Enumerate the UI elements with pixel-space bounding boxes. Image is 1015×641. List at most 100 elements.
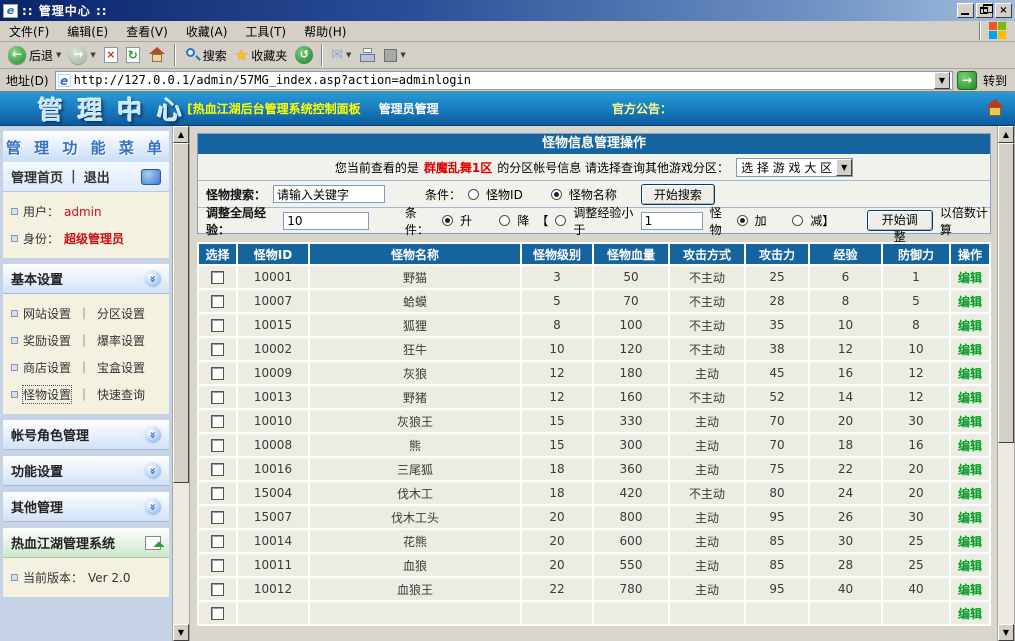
back-button[interactable]: ← 后退 ▼ (4, 45, 65, 65)
forward-button[interactable]: → ▼ (65, 45, 99, 65)
menu-file[interactable]: 文件(F) (0, 21, 58, 42)
edit-link[interactable]: 编辑 (958, 487, 982, 501)
sidebar-logout-link[interactable]: 退出 (84, 167, 110, 186)
radio-exp-up[interactable] (442, 215, 453, 226)
section-header[interactable]: 其他管理» (3, 492, 169, 522)
address-input[interactable]: e http://127.0.0.1/admin/57MG_index.asp?… (55, 71, 953, 90)
section-header[interactable]: 帐号角色管理» (3, 420, 169, 450)
row-checkbox[interactable] (211, 271, 224, 284)
search-button[interactable]: 搜索 (180, 46, 231, 65)
scrollbar-thumb[interactable] (173, 143, 189, 483)
nav-admin-management[interactable]: 管理员管理 (379, 100, 439, 117)
chevron-down-icon[interactable]: » (145, 463, 161, 479)
row-checkbox[interactable] (211, 463, 224, 476)
edit-link[interactable]: 编辑 (958, 271, 982, 285)
edit-link[interactable]: 编辑 (958, 559, 982, 573)
scroll-up-icon[interactable]: ▲ (173, 126, 189, 143)
row-checkbox[interactable] (211, 367, 224, 380)
chevron-down-icon[interactable]: » (145, 427, 161, 443)
scroll-up-icon[interactable]: ▲ (998, 126, 1014, 143)
edit-link[interactable]: 编辑 (958, 607, 982, 621)
stop-button[interactable]: × (100, 46, 122, 64)
radio-monster-name-label[interactable]: 怪物名称 (569, 186, 617, 203)
sidebar-link[interactable]: 快速查询 (97, 386, 145, 403)
address-dropdown-icon[interactable]: ▼ (934, 72, 950, 89)
radio-monster-id[interactable] (468, 189, 479, 200)
edit-link[interactable]: 编辑 (958, 535, 982, 549)
address-url[interactable]: http://127.0.0.1/admin/57MG_index.asp?ac… (74, 73, 931, 87)
radio-exp-up-label[interactable]: 升 (460, 212, 472, 229)
mail-button[interactable]: ✉ ▼ (327, 46, 355, 64)
row-checkbox[interactable] (211, 487, 224, 500)
edit-link[interactable]: 编辑 (958, 319, 982, 333)
sidebar-link[interactable]: 商店设置 (23, 359, 71, 376)
sidebar-home-link[interactable]: 管理首页 (11, 167, 63, 186)
menu-tools[interactable]: 工具(T) (236, 21, 295, 42)
sidebar-link[interactable]: 爆率设置 (97, 332, 145, 349)
banner-home-icon[interactable] (985, 99, 1005, 117)
menu-favorites[interactable]: 收藏(A) (177, 21, 237, 42)
sidebar-link[interactable]: 奖励设置 (23, 332, 71, 349)
row-checkbox[interactable] (211, 559, 224, 572)
go-label[interactable]: 转到 (981, 72, 1011, 89)
row-checkbox[interactable] (211, 583, 224, 596)
edit-link[interactable]: 编辑 (958, 295, 982, 309)
zone-select[interactable]: 选 择 游 戏 大 区 ▼ (736, 158, 853, 177)
row-checkbox[interactable] (211, 391, 224, 404)
refresh-button[interactable]: ↻ (122, 46, 144, 64)
start-search-button[interactable]: 开始搜索 (641, 184, 715, 205)
sidebar-scrollbar[interactable]: ▲ ▼ (172, 126, 190, 641)
minimize-button[interactable] (957, 3, 974, 18)
edit-link[interactable]: 编辑 (958, 391, 982, 405)
row-checkbox[interactable] (211, 607, 224, 620)
radio-exp-add[interactable] (737, 215, 748, 226)
select-arrow-icon[interactable]: ▼ (836, 159, 852, 176)
radio-exp-down[interactable] (499, 215, 510, 226)
row-checkbox[interactable] (211, 535, 224, 548)
mail-dropdown-icon[interactable]: ▼ (346, 51, 351, 59)
sidebar-link[interactable]: 网站设置 (23, 305, 71, 322)
main-scrollbar[interactable]: ▲ ▼ (997, 126, 1015, 641)
favorites-button[interactable]: ★ 收藏夹 (231, 46, 291, 65)
monster-keyword-input[interactable] (273, 185, 385, 203)
menu-help[interactable]: 帮助(H) (295, 21, 355, 42)
radio-exp-less-than-label[interactable]: 调整经验小于 (573, 204, 633, 238)
exp-threshold-input[interactable] (641, 212, 703, 230)
scroll-down-icon[interactable]: ▼ (998, 624, 1014, 641)
history-button[interactable]: ↺ (291, 45, 317, 65)
radio-exp-down-label[interactable]: 降 (517, 212, 529, 229)
go-button[interactable]: → (957, 71, 977, 90)
edit-link[interactable]: 编辑 (958, 583, 982, 597)
edit-link[interactable]: 编辑 (958, 367, 982, 381)
menu-edit[interactable]: 编辑(E) (58, 21, 117, 42)
radio-exp-subtract-label[interactable]: 减】 (810, 212, 834, 229)
edit-link[interactable]: 编辑 (958, 439, 982, 453)
row-checkbox[interactable] (211, 319, 224, 332)
edit-link[interactable]: 编辑 (958, 463, 982, 477)
edit-link[interactable]: 编辑 (958, 343, 982, 357)
row-checkbox[interactable] (211, 511, 224, 524)
menu-view[interactable]: 查看(V) (117, 21, 177, 42)
radio-monster-name[interactable] (551, 189, 562, 200)
sidebar-link[interactable]: 怪物设置 (23, 386, 71, 403)
row-checkbox[interactable] (211, 415, 224, 428)
scrollbar-thumb[interactable] (998, 143, 1014, 443)
edit-link[interactable]: 编辑 (958, 415, 982, 429)
edit-link[interactable]: 编辑 (958, 511, 982, 525)
chevron-down-icon[interactable]: » (145, 271, 161, 287)
edit-page-dropdown-icon[interactable]: ▼ (400, 51, 405, 59)
row-checkbox[interactable] (211, 343, 224, 356)
sidebar-link[interactable]: 宝盒设置 (97, 359, 145, 376)
sidebar-link[interactable]: 分区设置 (97, 305, 145, 322)
forward-dropdown-icon[interactable]: ▼ (90, 51, 95, 59)
radio-exp-add-label[interactable]: 加 (755, 212, 767, 229)
scroll-down-icon[interactable]: ▼ (173, 624, 189, 641)
radio-monster-id-label[interactable]: 怪物ID (486, 186, 523, 203)
edit-page-button[interactable]: ▼ (380, 48, 409, 63)
radio-exp-subtract[interactable] (792, 215, 803, 226)
back-dropdown-icon[interactable]: ▼ (56, 51, 61, 59)
chevron-down-icon[interactable]: » (145, 499, 161, 515)
home-button[interactable] (144, 46, 170, 64)
row-checkbox[interactable] (211, 439, 224, 452)
row-checkbox[interactable] (211, 295, 224, 308)
